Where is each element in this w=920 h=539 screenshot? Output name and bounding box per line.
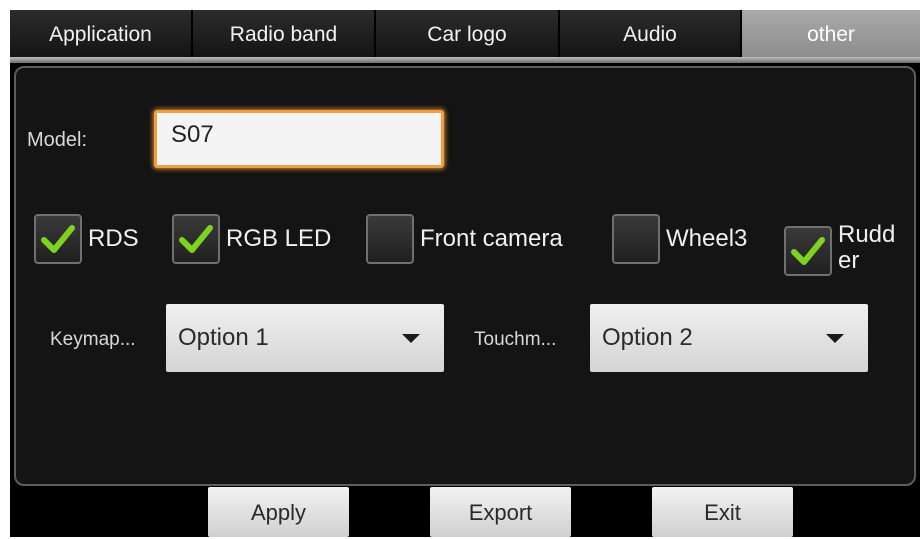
tab-audio[interactable]: Audio	[560, 10, 742, 57]
rgb-led-checkbox[interactable]: RGB LED	[172, 214, 331, 264]
model-input[interactable]: S07	[154, 110, 444, 168]
front-camera-checkbox-box[interactable]	[366, 214, 414, 264]
export-button[interactable]: Export	[430, 487, 571, 537]
dropdown-arrow-icon	[402, 334, 420, 343]
rudder-checkbox-box[interactable]	[784, 226, 832, 276]
dropdown-arrow-icon	[826, 334, 844, 343]
checkmark-icon	[791, 237, 825, 265]
tab-application[interactable]: Application	[10, 10, 193, 57]
touchmap-selected-value: Option 2	[602, 324, 693, 351]
rds-label: RDS	[88, 225, 139, 252]
keymap-selected-value: Option 1	[178, 324, 269, 351]
touchmap-dropdown[interactable]: Option 2	[590, 304, 868, 372]
keymap-dropdown[interactable]: Option 1	[166, 304, 444, 372]
tab-car-logo[interactable]: Car logo	[376, 10, 560, 57]
checkmark-icon	[179, 225, 213, 253]
keymap-label: Keymap...	[50, 329, 136, 350]
rudder-label: Rudd er	[838, 222, 895, 274]
wheel3-checkbox-box[interactable]	[612, 214, 660, 264]
front-camera-checkbox[interactable]: Front camera	[366, 214, 563, 264]
front-camera-label: Front camera	[420, 225, 563, 252]
tab-bar: Application Radio band Car logo Audio ot…	[10, 10, 920, 57]
rudder-label-line1: Rudd	[838, 221, 896, 248]
apply-button[interactable]: Apply	[208, 487, 349, 537]
rds-checkbox-box[interactable]	[34, 214, 82, 264]
wheel3-label: Wheel3	[666, 225, 748, 252]
touchmap-label: Touchm...	[474, 329, 557, 350]
rgb-led-label: RGB LED	[226, 225, 332, 252]
rudder-label-line2: er	[838, 247, 860, 274]
model-label: Model:	[27, 129, 88, 151]
tab-radio-band[interactable]: Radio band	[193, 10, 376, 57]
settings-panel: Model: S07 RDS RGB LED Front camera Whee…	[14, 66, 916, 486]
wheel3-checkbox[interactable]: Wheel3	[612, 214, 747, 264]
exit-button[interactable]: Exit	[652, 487, 793, 537]
tab-other[interactable]: other	[742, 10, 920, 57]
rudder-checkbox[interactable]: Rudd er	[784, 222, 895, 276]
tab-indicator-bar	[10, 57, 920, 63]
rgb-led-checkbox-box[interactable]	[172, 214, 220, 264]
checkmark-icon	[41, 225, 75, 253]
settings-screen: Application Radio band Car logo Audio ot…	[10, 10, 920, 537]
rds-checkbox[interactable]: RDS	[34, 214, 139, 264]
